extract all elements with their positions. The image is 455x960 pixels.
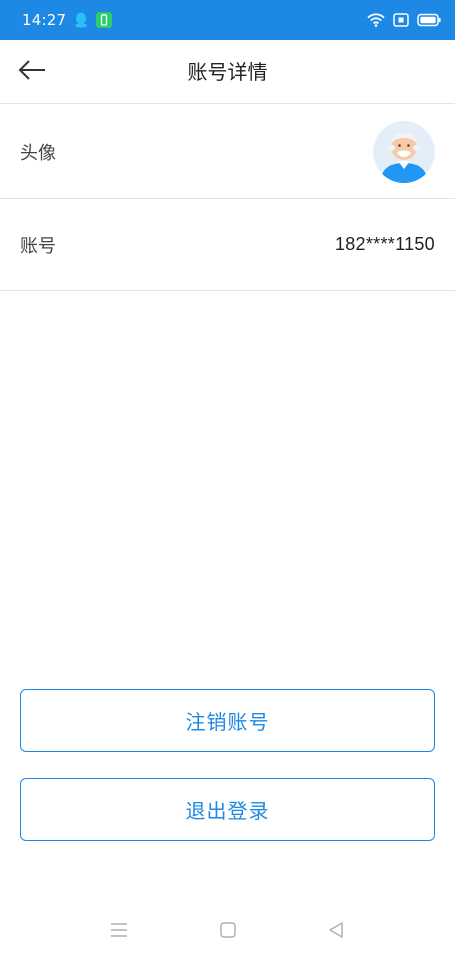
wifi-icon: [367, 13, 385, 27]
system-nav-bar: [0, 900, 455, 960]
status-right: [367, 13, 441, 27]
avatar-row[interactable]: 头像: [0, 105, 455, 199]
account-value: 182****1150: [334, 234, 435, 254]
logout-button[interactable]: 退出登录: [20, 778, 435, 841]
status-left: 14:27: [22, 11, 113, 29]
battery-saver-icon: [96, 12, 113, 28]
page-title: 账号详情: [187, 60, 268, 84]
nav-back-button[interactable]: [326, 922, 346, 942]
back-triangle-icon: [327, 921, 345, 943]
account-row: 账号 182****1150: [0, 199, 455, 291]
nav-home-button[interactable]: [218, 922, 238, 942]
app-bar: 账号详情: [0, 40, 455, 104]
qq-icon: [74, 12, 88, 28]
battery-icon: [417, 13, 441, 27]
home-icon: [219, 921, 237, 943]
account-label: 账号: [20, 235, 56, 257]
sim-card-icon: [393, 13, 409, 27]
avatar[interactable]: [373, 120, 435, 183]
menu-icon: [110, 922, 128, 942]
status-time: 14:27: [22, 11, 67, 29]
avatar-label: 头像: [20, 142, 56, 164]
status-bar: 14:27: [0, 0, 455, 40]
nav-menu-button[interactable]: [109, 922, 129, 942]
deactivate-account-button[interactable]: 注销账号: [20, 689, 435, 752]
